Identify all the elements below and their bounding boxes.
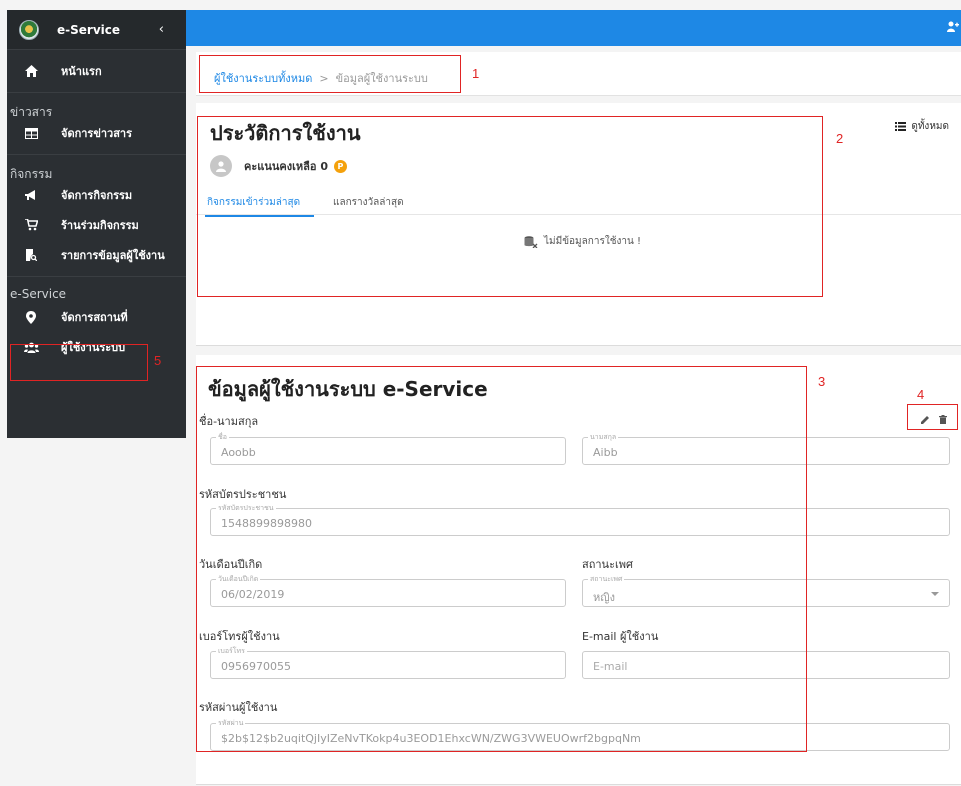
breadcrumb-bar: ผู้ใช้งานระบบทั้งหมด > ข้อมูลผู้ใช้งานระบบ <box>196 52 961 96</box>
gender-label: สถานะเพศ <box>588 574 625 585</box>
history-tabs: กิจกรรมเข้าร่วมล่าสุด แลกรางวัลล่าสุด <box>196 187 961 217</box>
email-field[interactable]: E-mail <box>582 651 950 679</box>
tab-recent-rewards[interactable]: แลกรางวัลล่าสุด <box>333 195 404 210</box>
first-name-label: ชื่อ <box>216 432 229 443</box>
user-info-title: ข้อมูลผู้ใช้งานระบบ e-Service <box>208 377 488 401</box>
sidebar-item-user-data-list[interactable]: รายการข้อมูลผู้ใช้งาน <box>7 240 186 270</box>
sidebar-item-label: จัดการสถานที่ <box>61 311 128 324</box>
empty-state: ไม่มีข้อมูลการใช้งาน ! <box>524 234 641 249</box>
id-section-label: รหัสบัตรประชาชน <box>199 488 287 501</box>
annotation-number: 3 <box>818 374 826 389</box>
breadcrumb: ผู้ใช้งานระบบทั้งหมด > ข้อมูลผู้ใช้งานระบบ <box>214 69 428 87</box>
receipt-search-icon <box>23 249 39 261</box>
annotation-number: 5 <box>154 353 162 368</box>
last-name-field[interactable]: นามสกุล Aibb <box>582 432 950 465</box>
phone-value: 0956970055 <box>221 660 291 673</box>
gender-select[interactable]: สถานะเพศ หญิง <box>582 574 950 607</box>
breadcrumb-current: ข้อมูลผู้ใช้งานระบบ <box>335 72 428 85</box>
tab-recent-activities[interactable]: กิจกรรมเข้าร่วมล่าสุด <box>204 195 315 217</box>
users-icon <box>23 342 39 353</box>
points-row: คะแนนคงเหลือ 0 P <box>210 155 347 177</box>
edit-icon[interactable] <box>921 415 930 424</box>
cart-icon <box>23 219 39 231</box>
points-coin-icon: P <box>333 159 347 173</box>
sidebar-item-manage-places[interactable]: จัดการสถานที่ <box>7 302 186 332</box>
breadcrumb-link-all-users[interactable]: ผู้ใช้งานระบบทั้งหมด <box>214 72 312 85</box>
birth-section-label: วันเดือนปีเกิด <box>199 558 263 571</box>
sidebar-section-title: ข่าวสาร <box>7 92 186 119</box>
avatar <box>210 155 232 177</box>
sidebar-item-partner-shops[interactable]: ร้านร่วมกิจกรรม <box>7 210 186 240</box>
sidebar-item-label: จัดการกิจกรรม <box>61 189 133 202</box>
sidebar-item-manage-news[interactable]: จัดการข่าวสาร <box>7 118 186 148</box>
id-card-value: 1548899898980 <box>221 517 312 530</box>
list-icon <box>895 122 907 131</box>
breadcrumb-separator: > <box>319 72 329 85</box>
password-section-label: รหัสผ่านผู้ใช้งาน <box>199 701 278 714</box>
sidebar-section-title: e-Service <box>7 276 186 302</box>
birth-date-field[interactable]: วันเดือนปีเกิด 06/02/2019 <box>210 574 566 607</box>
sidebar-item-label: ร้านร่วมกิจกรรม <box>61 219 139 232</box>
sidebar-item-label: ผู้ใช้งานระบบ <box>61 341 126 354</box>
first-name-value: Aoobb <box>221 446 256 459</box>
password-value: $2b$12$b2uqitQjIyIZeNvTKokp4u3EOD1EhxcWN… <box>221 732 641 745</box>
home-icon <box>23 65 39 77</box>
database-remove-icon <box>524 235 538 248</box>
annotation-number: 2 <box>836 131 844 146</box>
phone-label: เบอร์โทร <box>216 646 247 657</box>
user-info-card: ข้อมูลผู้ใช้งานระบบ e-Service ชื่อ-นามสก… <box>196 355 961 785</box>
annotation-number: 4 <box>917 387 925 402</box>
sidebar-item-label: รายการข้อมูลผู้ใช้งาน <box>61 249 165 262</box>
birth-date-label: วันเดือนปีเกิด <box>216 574 261 585</box>
last-name-value: Aibb <box>593 446 618 459</box>
delete-icon[interactable] <box>939 415 947 424</box>
points-remaining: คะแนนคงเหลือ 0 <box>244 160 328 173</box>
gender-section-label: สถานะเพศ <box>582 558 633 571</box>
newspaper-icon <box>23 127 39 139</box>
view-all-label: ดูทั้งหมด <box>911 121 949 132</box>
email-placeholder: E-mail <box>593 660 628 673</box>
page-title: ประวัติการใช้งาน <box>210 121 361 145</box>
sidebar-header: e-Service ‹ <box>7 10 186 50</box>
collapse-sidebar-icon[interactable]: ‹ <box>159 22 164 37</box>
gender-value: หญิง <box>593 591 615 604</box>
last-name-label: นามสกุล <box>588 432 619 443</box>
name-section-label: ชื่อ-นามสกุล <box>199 415 259 428</box>
view-all-button[interactable]: ดูทั้งหมด <box>895 119 949 134</box>
password-label: รหัสผ่าน <box>216 718 246 729</box>
sidebar-item-manage-activities[interactable]: จัดการกิจกรรม <box>7 180 186 210</box>
logo <box>19 19 39 40</box>
top-bar <box>186 10 961 46</box>
password-field[interactable]: รหัสผ่าน $2b$12$b2uqitQjIyIZeNvTKokp4u3E… <box>210 718 950 751</box>
sidebar-item-home[interactable]: หน้าแรก <box>7 50 186 92</box>
id-card-label: รหัสบัตรประชาชน <box>216 503 276 514</box>
empty-state-text: ไม่มีข้อมูลการใช้งาน ! <box>544 236 642 247</box>
sidebar-section-title: กิจกรรม <box>7 154 186 181</box>
edit-tools <box>921 415 947 424</box>
megaphone-icon <box>23 189 39 201</box>
email-section-label: E-mail ผู้ใช้งาน <box>582 630 659 643</box>
user-menu-icon[interactable] <box>947 21 959 35</box>
sidebar-item-label: หน้าแรก <box>61 65 102 78</box>
birth-date-value: 06/02/2019 <box>221 588 285 601</box>
sidebar-item-label: จัดการข่าวสาร <box>61 127 133 140</box>
usage-history-card: ประวัติการใช้งาน ดูทั้งหมด คะแนนคงเหลือ … <box>196 103 961 346</box>
id-card-field[interactable]: รหัสบัตรประชาชน 1548899898980 <box>210 503 950 536</box>
annotation-number: 1 <box>472 66 480 81</box>
phone-field[interactable]: เบอร์โทร 0956970055 <box>210 646 566 679</box>
chevron-down-icon <box>931 592 939 596</box>
sidebar: e-Service ‹ หน้าแรก ข่าวสาร จัดการข่าวสา… <box>7 10 186 438</box>
first-name-field[interactable]: ชื่อ Aoobb <box>210 432 566 465</box>
phone-section-label: เบอร์โทรผู้ใช้งาน <box>199 630 280 643</box>
brand-name: e-Service <box>57 22 121 37</box>
map-marker-icon <box>23 310 39 324</box>
